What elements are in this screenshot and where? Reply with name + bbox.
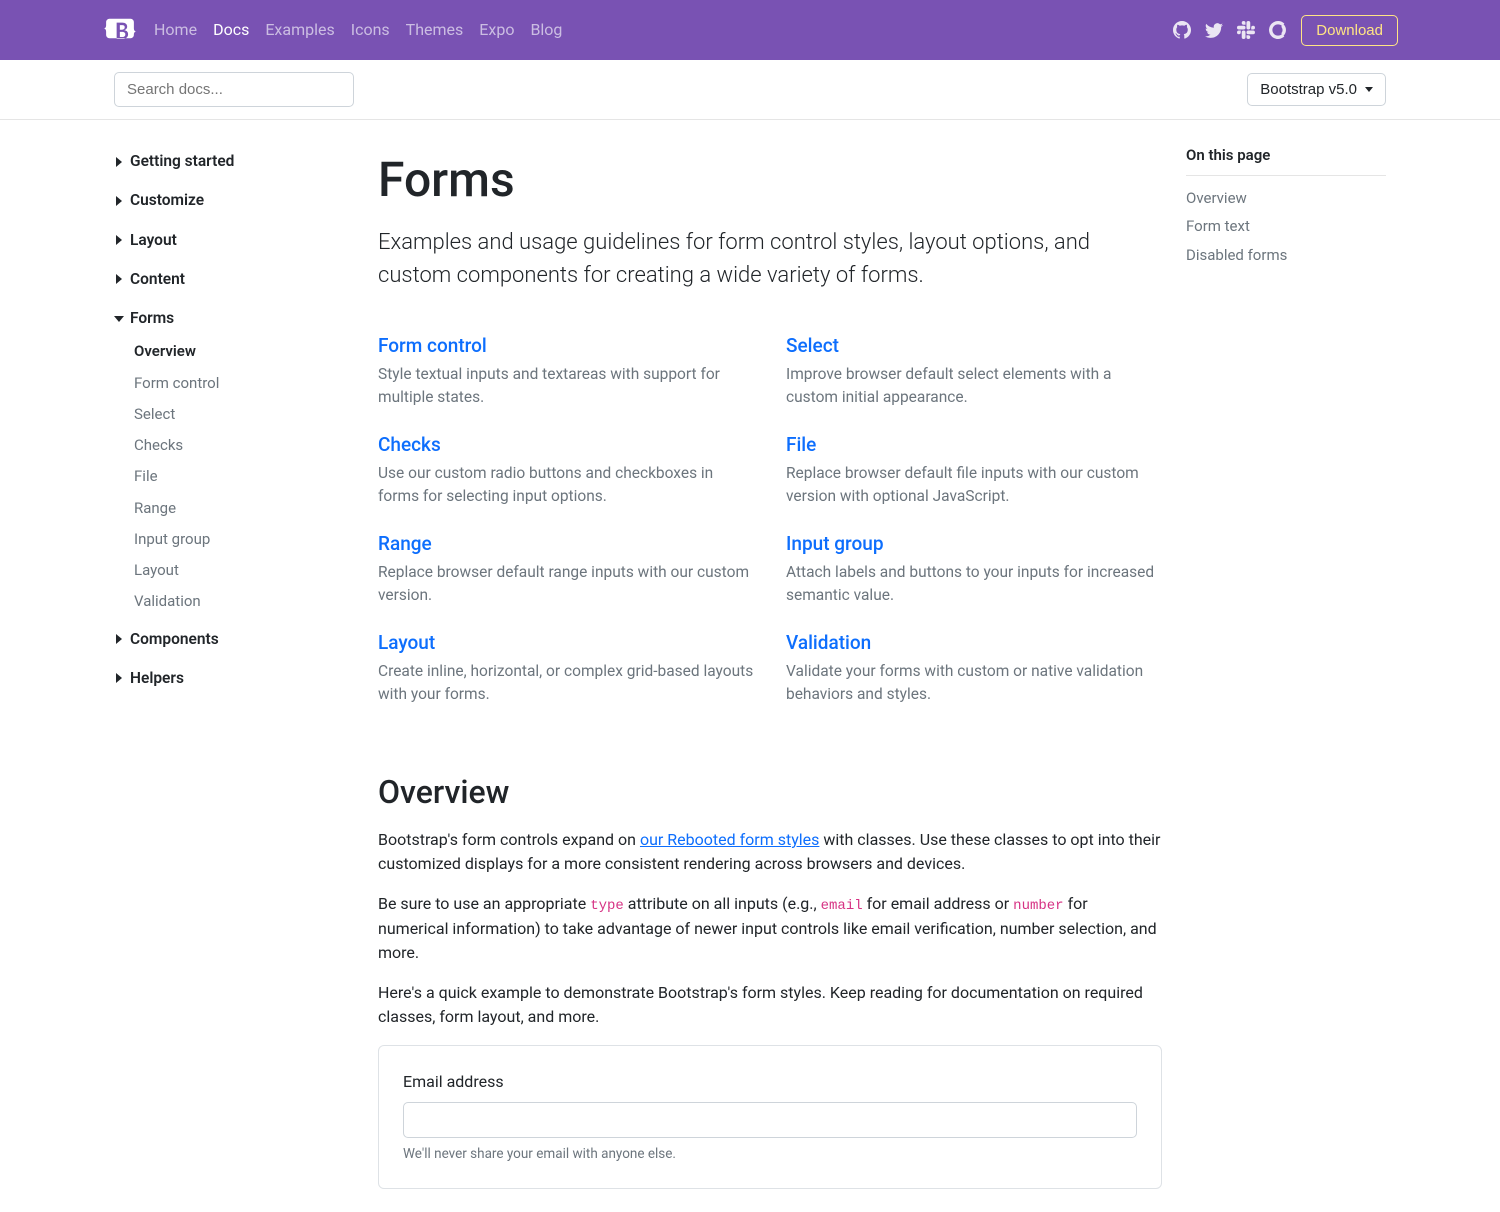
form-example: Email address We'll never share your ema… <box>378 1045 1162 1189</box>
sidebar-section-components[interactable]: Components <box>114 622 354 657</box>
card-desc: Create inline, horizontal, or complex gr… <box>378 660 754 707</box>
nav-link-home[interactable]: Home <box>154 10 197 50</box>
sidebar-item-file[interactable]: File <box>134 467 158 485</box>
rebooted-link[interactable]: our Rebooted form styles <box>640 830 819 849</box>
sidebar-section-label: Components <box>130 628 219 651</box>
sidebar-section-content[interactable]: Content <box>114 262 354 297</box>
toc-title: On this page <box>1186 144 1386 176</box>
chevron-icon <box>114 316 124 322</box>
card-validation: Validation Validate your forms with custo… <box>786 629 1162 720</box>
sidebar-section-label: Layout <box>130 229 177 252</box>
card-link[interactable]: Validation <box>786 631 871 654</box>
subnav: Bootstrap v5.0 <box>0 60 1500 120</box>
card-link[interactable]: Select <box>786 334 839 357</box>
sidebar-section-label: Getting started <box>130 150 234 173</box>
card-checks: Checks Use our custom radio buttons and c… <box>378 431 754 522</box>
sidebar-section-forms[interactable]: Forms <box>114 301 354 336</box>
sidebar: Getting started Customize Layout Content For… <box>114 144 354 1189</box>
card-form-control: Form control Style textual inputs and tex… <box>378 332 754 423</box>
sidebar-section-layout[interactable]: Layout <box>114 223 354 258</box>
sidebar-item-layout[interactable]: Layout <box>134 561 179 579</box>
chevron-icon <box>116 673 122 683</box>
overview-para-3: Here's a quick example to demonstrate Bo… <box>378 981 1162 1029</box>
page-lead: Examples and usage guidelines for form c… <box>378 226 1162 292</box>
version-dropdown[interactable]: Bootstrap v5.0 <box>1247 73 1386 106</box>
sidebar-item-checks[interactable]: Checks <box>134 436 183 454</box>
slack-icon[interactable] <box>1237 21 1255 39</box>
card-link[interactable]: Layout <box>378 631 435 654</box>
nav-links: Home Docs Examples Icons Themes Expo Blog <box>154 10 1173 50</box>
card-link[interactable]: File <box>786 433 816 456</box>
toc-link-form-text[interactable]: Form text <box>1186 212 1386 241</box>
email-field[interactable] <box>403 1102 1137 1138</box>
page-title: Forms <box>378 144 1162 216</box>
sidebar-section-getting-started[interactable]: Getting started <box>114 144 354 179</box>
sidebar-item-form-control[interactable]: Form control <box>134 374 219 392</box>
chevron-icon <box>116 196 122 206</box>
sidebar-section-label: Customize <box>130 189 204 212</box>
chevron-icon <box>116 235 122 245</box>
download-button[interactable]: Download <box>1301 15 1398 46</box>
chevron-down-icon <box>1365 87 1373 92</box>
toc-link-overview[interactable]: Overview <box>1186 184 1386 213</box>
nav-right: Download <box>1173 15 1398 46</box>
card-link[interactable]: Form control <box>378 334 487 357</box>
nav-link-themes[interactable]: Themes <box>406 10 464 50</box>
code-number: number <box>1013 898 1063 914</box>
card-link[interactable]: Range <box>378 532 432 555</box>
nav-link-blog[interactable]: Blog <box>530 10 562 50</box>
sidebar-item-input-group[interactable]: Input group <box>134 530 210 548</box>
chevron-icon <box>116 634 122 644</box>
sidebar-section-helpers[interactable]: Helpers <box>114 661 354 696</box>
nav-link-docs[interactable]: Docs <box>213 10 249 50</box>
card-input-group: Input group Attach labels and buttons to … <box>786 530 1162 621</box>
overview-para-2: Be sure to use an appropriate type attri… <box>378 892 1162 965</box>
overview-para-1: Bootstrap's form controls expand on our … <box>378 828 1162 876</box>
section-cards: Form control Style textual inputs and tex… <box>378 332 1162 720</box>
card-desc: Replace browser default range inputs wit… <box>378 561 754 608</box>
sidebar-item-validation[interactable]: Validation <box>134 592 201 610</box>
card-desc: Attach labels and buttons to your inputs… <box>786 561 1162 608</box>
card-range: Range Replace browser default range input… <box>378 530 754 621</box>
chevron-icon <box>116 157 122 167</box>
card-desc: Validate your forms with custom or nativ… <box>786 660 1162 707</box>
sidebar-item-overview[interactable]: Overview <box>134 342 196 360</box>
sidebar-section-customize[interactable]: Customize <box>114 183 354 218</box>
table-of-contents: On this page OverviewForm textDisabled f… <box>1186 144 1386 1189</box>
overview-heading: Overview <box>378 768 1162 816</box>
card-desc: Use our custom radio buttons and checkbo… <box>378 462 754 509</box>
card-file: File Replace browser default file inputs … <box>786 431 1162 522</box>
card-desc: Improve browser default select elements … <box>786 363 1162 410</box>
card-link[interactable]: Checks <box>378 433 441 456</box>
card-link[interactable]: Input group <box>786 532 884 555</box>
sidebar-item-select[interactable]: Select <box>134 405 175 423</box>
sidebar-item-range[interactable]: Range <box>134 499 176 517</box>
sidebar-section-label: Forms <box>130 307 174 330</box>
email-label: Email address <box>403 1070 1137 1094</box>
toc-link-disabled-forms[interactable]: Disabled forms <box>1186 241 1386 270</box>
brand-logo[interactable] <box>102 15 138 45</box>
nav-link-icons[interactable]: Icons <box>351 10 390 50</box>
email-help-text: We'll never share your email with anyone… <box>403 1144 1137 1164</box>
sidebar-section-label: Helpers <box>130 667 184 690</box>
search-input[interactable] <box>114 72 354 107</box>
chevron-icon <box>116 274 122 284</box>
github-icon[interactable] <box>1173 21 1191 39</box>
opencollective-icon[interactable] <box>1269 21 1287 39</box>
main-content: Forms Examples and usage guidelines for … <box>378 144 1162 1189</box>
card-desc: Replace browser default file inputs with… <box>786 462 1162 509</box>
twitter-icon[interactable] <box>1205 21 1223 39</box>
sidebar-section-label: Content <box>130 268 185 291</box>
card-select: Select Improve browser default select ele… <box>786 332 1162 423</box>
code-type: type <box>590 898 624 914</box>
card-layout: Layout Create inline, horizontal, or comp… <box>378 629 754 720</box>
card-desc: Style textual inputs and textareas with … <box>378 363 754 410</box>
top-navbar: Home Docs Examples Icons Themes Expo Blog Down… <box>0 0 1500 60</box>
nav-link-examples[interactable]: Examples <box>265 10 334 50</box>
code-email: email <box>821 898 863 914</box>
version-label: Bootstrap v5.0 <box>1260 81 1357 98</box>
nav-link-expo[interactable]: Expo <box>479 10 514 50</box>
